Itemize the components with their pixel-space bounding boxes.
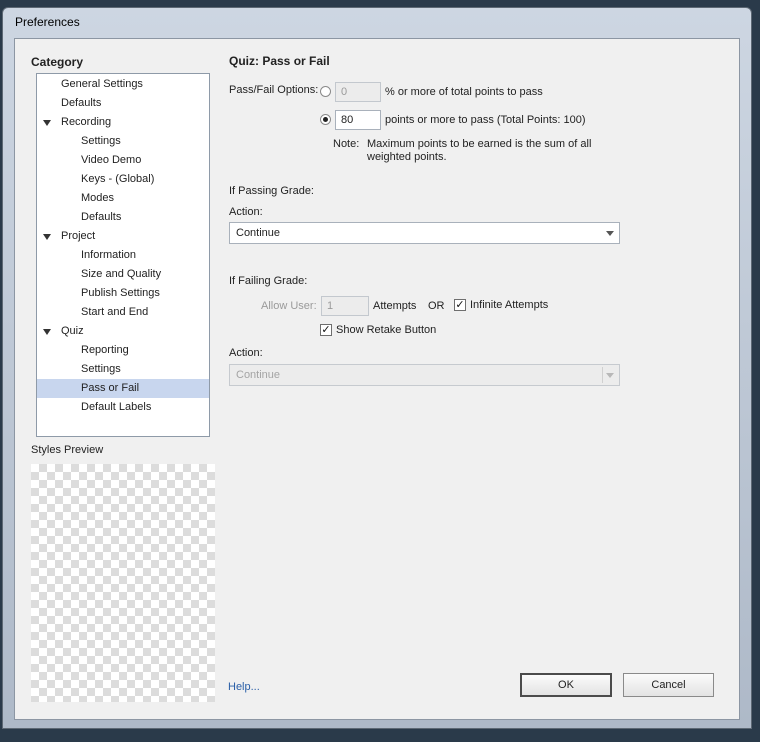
tree-item-label: Settings	[81, 363, 121, 375]
tree-item-label: Information	[81, 249, 137, 261]
tree-item-label: Publish Settings	[81, 287, 160, 299]
window-title: Preferences	[15, 15, 80, 29]
tree-item-project[interactable]: Project	[37, 227, 209, 246]
attempts-input[interactable]: 1	[321, 296, 369, 316]
percent-input[interactable]: 0	[335, 82, 381, 102]
tree-item-start-and-end[interactable]: Start and End	[37, 303, 209, 322]
tree-item-information[interactable]: Information	[37, 246, 209, 265]
tree-item-recording-defaults[interactable]: Defaults	[37, 208, 209, 227]
tree-item-label: Defaults	[81, 211, 122, 223]
tree-item-general-settings[interactable]: General Settings	[37, 75, 209, 94]
tree-item-pass-or-fail[interactable]: Pass or Fail	[37, 379, 209, 398]
tree-item-label: Quiz	[61, 325, 84, 337]
failing-action-dropdown[interactable]: Continue	[229, 364, 620, 386]
ok-button[interactable]: OK	[520, 673, 612, 697]
tree-item-label: Default Labels	[81, 401, 152, 413]
tree-item-label: Video Demo	[81, 154, 142, 166]
chevron-down-icon	[606, 373, 614, 378]
tree-item-label: Settings	[81, 135, 121, 147]
tree-item-recording-settings[interactable]: Settings	[37, 132, 209, 151]
tree-item-label: Size and Quality	[81, 268, 162, 280]
note-text-line2: weighted points.	[367, 151, 447, 163]
percent-option-label: % or more of total points to pass	[385, 86, 543, 98]
points-option-label: points or more to pass (Total Points: 10…	[385, 114, 586, 126]
expand-arrow-icon[interactable]	[43, 329, 51, 335]
tree-item-defaults[interactable]: Defaults	[37, 94, 209, 113]
category-heading: Category	[31, 55, 84, 69]
tree-item-quiz[interactable]: Quiz	[37, 322, 209, 341]
passing-action-value: Continue	[236, 227, 281, 239]
tree-item-label: Keys - (Global)	[81, 173, 155, 185]
dropdown-separator	[602, 367, 603, 383]
tree-item-label: Project	[61, 230, 96, 242]
tree-item-recording[interactable]: Recording	[37, 113, 209, 132]
checkmark-icon: ✓	[321, 324, 331, 336]
cancel-button[interactable]: Cancel	[623, 673, 714, 697]
tree-item-label: Modes	[81, 192, 115, 204]
failing-action-value: Continue	[236, 369, 281, 381]
note-label: Note:	[333, 138, 360, 150]
passing-grade-heading: If Passing Grade:	[229, 185, 314, 197]
styles-preview-canvas	[31, 464, 215, 702]
help-link[interactable]: Help...	[228, 681, 260, 693]
percent-option-radio[interactable]	[320, 86, 331, 97]
tree-item-publish-settings[interactable]: Publish Settings	[37, 284, 209, 303]
tree-item-label: Start and End	[81, 306, 149, 318]
section-title: Quiz: Pass or Fail	[229, 54, 330, 68]
allow-user-label: Allow User:	[261, 300, 317, 312]
infinite-attempts-checkbox[interactable]: ✓	[454, 299, 466, 311]
preferences-window: Preferences Category General Settings De…	[2, 7, 752, 729]
pass-fail-options-label: Pass/Fail Options:	[229, 84, 319, 96]
or-label: OR	[428, 300, 445, 312]
tree-item-reporting[interactable]: Reporting	[37, 341, 209, 360]
infinite-attempts-label: Infinite Attempts	[470, 299, 549, 311]
styles-preview-label: Styles Preview	[31, 444, 104, 456]
tree-item-label: Defaults	[61, 97, 102, 109]
tree-item-label: Reporting	[81, 344, 129, 356]
tree-item-label: Recording	[61, 116, 112, 128]
passing-action-dropdown[interactable]: Continue	[229, 222, 620, 244]
failing-action-label: Action:	[229, 347, 263, 359]
chevron-down-icon	[606, 231, 614, 236]
passing-action-label: Action:	[229, 206, 263, 218]
category-tree[interactable]: General Settings Defaults Recording Sett…	[36, 73, 210, 437]
tree-item-label: Pass or Fail	[81, 382, 140, 394]
show-retake-label: Show Retake Button	[336, 324, 437, 336]
radio-selected-dot	[323, 117, 328, 122]
tree-item-video-demo[interactable]: Video Demo	[37, 151, 209, 170]
failing-grade-heading: If Failing Grade:	[229, 275, 308, 287]
expand-arrow-icon[interactable]	[43, 234, 51, 240]
checkmark-icon: ✓	[455, 299, 465, 311]
points-input[interactable]: 80	[335, 110, 381, 130]
expand-arrow-icon[interactable]	[43, 120, 51, 126]
tree-item-default-labels[interactable]: Default Labels	[37, 398, 209, 417]
tree-item-size-and-quality[interactable]: Size and Quality	[37, 265, 209, 284]
tree-item-keys-global[interactable]: Keys - (Global)	[37, 170, 209, 189]
dialog-body: Category General Settings Defaults Recor…	[14, 38, 740, 720]
tree-item-quiz-settings[interactable]: Settings	[37, 360, 209, 379]
show-retake-checkbox[interactable]: ✓	[320, 324, 332, 336]
title-bar[interactable]: Preferences	[3, 8, 751, 35]
tree-item-label: General Settings	[61, 78, 143, 90]
tree-item-modes[interactable]: Modes	[37, 189, 209, 208]
attempts-label: Attempts	[373, 300, 417, 312]
note-text-line1: Maximum points to be earned is the sum o…	[367, 138, 592, 150]
points-option-radio[interactable]	[320, 114, 331, 125]
